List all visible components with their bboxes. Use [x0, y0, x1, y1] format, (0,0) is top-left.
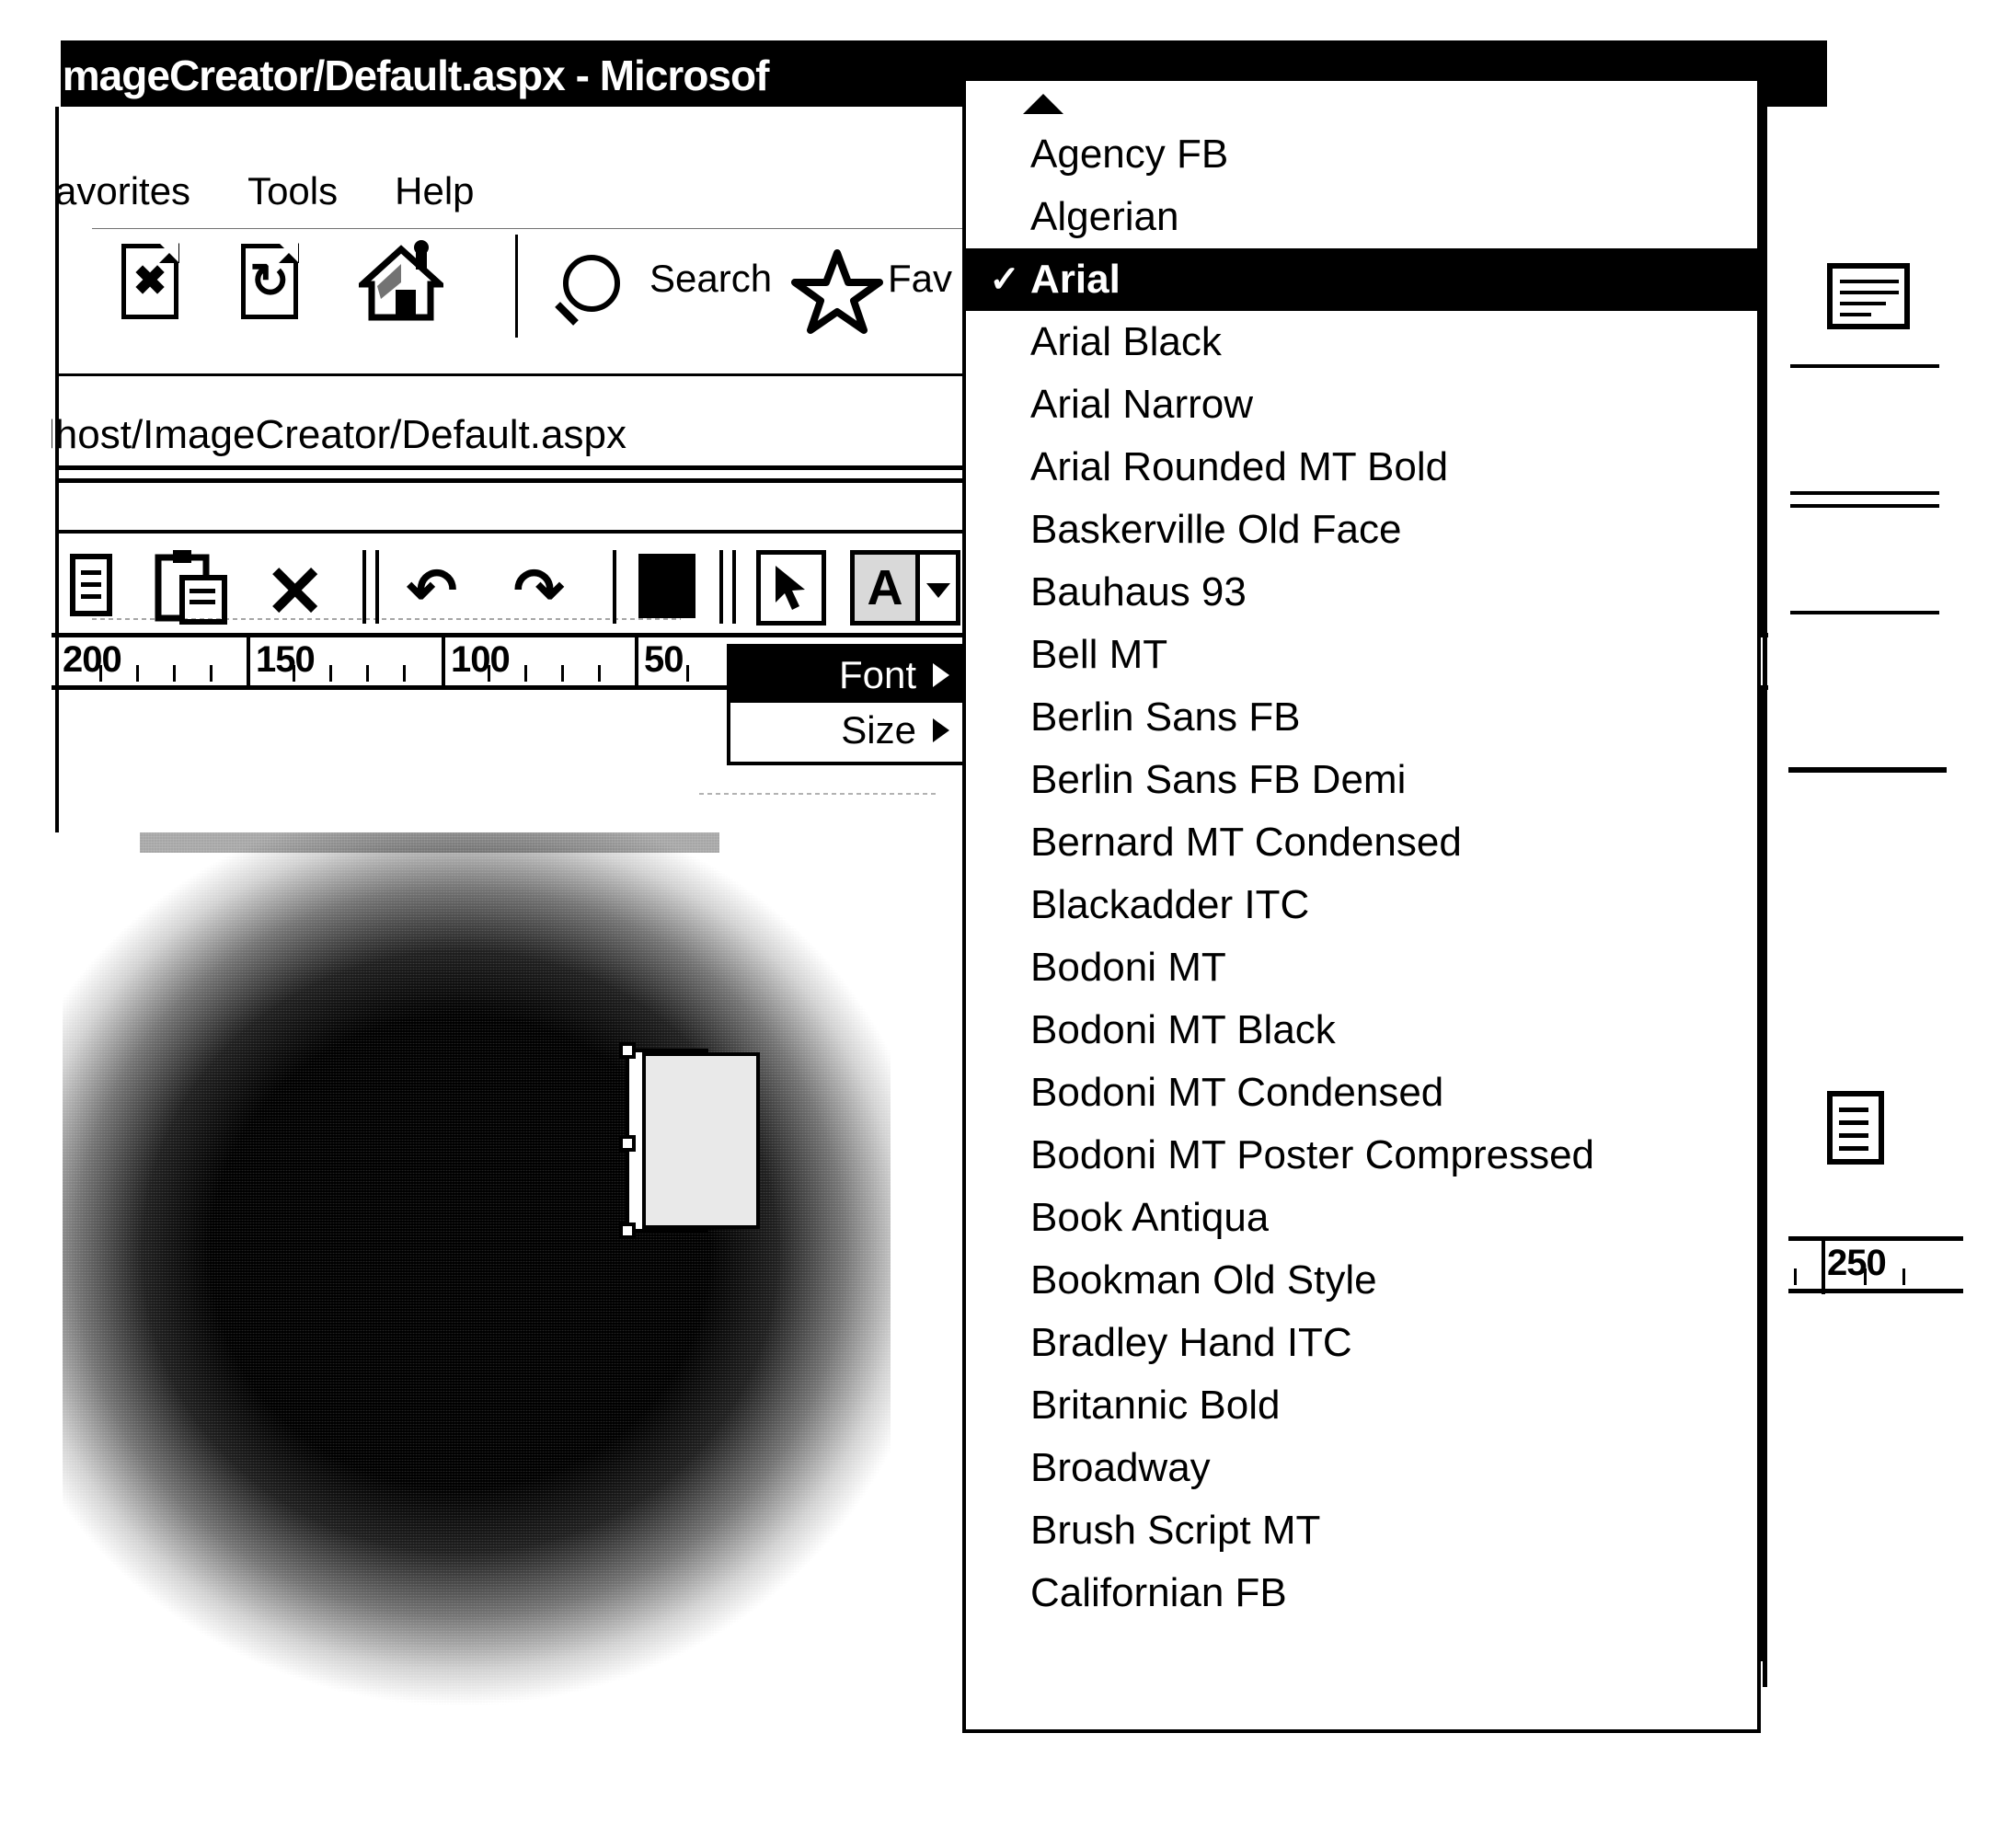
font-item-bernard-mt-condensed[interactable]: Bernard MT Condensed — [966, 811, 1757, 874]
scan-artifact-2 — [699, 793, 938, 795]
text-selection-box[interactable] — [619, 1042, 760, 1239]
stop-button[interactable]: ✖ — [121, 243, 179, 319]
canvas-image — [63, 832, 891, 1706]
text-tool-dropdown[interactable] — [920, 550, 960, 626]
font-item-bodoni-mt[interactable]: Bodoni MT — [966, 936, 1757, 999]
pointer-arrow-icon — [776, 566, 805, 610]
font-item-arial-black[interactable]: Arial Black — [966, 311, 1757, 373]
checkmark-icon: ✓ — [989, 259, 1020, 300]
stop-icon: ✖ — [121, 243, 179, 319]
favorites-button[interactable] — [791, 247, 883, 340]
search-icon — [563, 255, 620, 312]
text-tool-button[interactable]: A — [850, 550, 920, 626]
menu-help[interactable]: Help — [395, 169, 474, 213]
right-rail-divider — [1763, 107, 1767, 1687]
context-menu-item-font-label: Font — [838, 653, 916, 696]
right-rail-line-1 — [1790, 364, 1939, 368]
font-item-britannic-bold[interactable]: Britannic Bold — [966, 1374, 1757, 1437]
right-rail: 250 — [1763, 107, 2000, 1762]
font-item-algerian[interactable]: Algerian — [966, 186, 1757, 248]
color-swatch-button[interactable] — [638, 554, 695, 618]
canvas-image-noise — [63, 832, 891, 1706]
font-item-bodoni-mt-condensed[interactable]: Bodoni MT Condensed — [966, 1062, 1757, 1124]
font-item-berlin-sans-fb[interactable]: Berlin Sans FB — [966, 686, 1757, 749]
context-menu-item-font[interactable]: Font — [730, 648, 964, 703]
text-selection-inner — [642, 1052, 760, 1229]
home-button[interactable] — [353, 240, 449, 329]
right-rail-line-5 — [1788, 767, 1947, 773]
submenu-arrow-icon — [933, 718, 949, 742]
font-item-book-antiqua[interactable]: Book Antiqua — [966, 1187, 1757, 1249]
search-label: Search — [649, 257, 773, 300]
menu-tools[interactable]: Tools — [247, 169, 338, 213]
image-canvas[interactable] — [55, 832, 911, 1729]
notes-icon[interactable] — [1827, 263, 1910, 329]
ruler-label-50: 50 — [644, 639, 684, 680]
font-item-arial-rounded-mt-bold[interactable]: Arial Rounded MT Bold — [966, 436, 1757, 499]
menu-favorites[interactable]: avorites — [55, 169, 190, 213]
copy-button[interactable] — [68, 552, 120, 626]
right-rail-line-4 — [1790, 611, 1939, 614]
context-menu-item-size-label: Size — [841, 708, 916, 752]
home-icon — [353, 240, 449, 321]
font-item-californian-fb[interactable]: Californian FB — [966, 1562, 1757, 1624]
resize-handle-middle-left[interactable] — [619, 1135, 636, 1152]
select-tool-button[interactable] — [756, 550, 826, 626]
font-dropdown-menu[interactable]: Agency FB Algerian ✓ Arial Arial Black A… — [962, 77, 1761, 1733]
right-rail-line-3 — [1790, 504, 1939, 508]
page-title: ImageCreator/Default.aspx - Microsof — [61, 52, 769, 99]
font-item-berlin-sans-fb-demi[interactable]: Berlin Sans FB Demi — [966, 749, 1757, 811]
favorites-label: Fav — [888, 257, 953, 300]
font-item-bauhaus-93[interactable]: Bauhaus 93 — [966, 561, 1757, 624]
copy-icon — [70, 554, 112, 616]
font-item-bodoni-mt-black[interactable]: Bodoni MT Black — [966, 999, 1757, 1062]
context-menu[interactable]: Font Size — [727, 644, 968, 765]
scroll-up-arrow-icon[interactable] — [966, 81, 1757, 123]
font-item-bookman-old-style[interactable]: Bookman Old Style — [966, 1249, 1757, 1312]
refresh-button[interactable]: ↻ — [241, 243, 299, 319]
ruler-label-200: 200 — [63, 639, 122, 680]
resize-handle-top-left[interactable] — [619, 1042, 636, 1059]
document-list-icon[interactable] — [1827, 1091, 1884, 1165]
right-ruler-label-250: 250 — [1827, 1243, 1887, 1283]
context-menu-item-size[interactable]: Size — [730, 703, 964, 758]
delete-button[interactable]: ✕ — [265, 556, 325, 627]
font-item-bodoni-mt-poster-compressed[interactable]: Bodoni MT Poster Compressed — [966, 1124, 1757, 1187]
undo-arrow-icon: ↶ — [407, 556, 458, 624]
right-rail-line-2 — [1790, 491, 1939, 495]
address-input[interactable]: lhost/ImageCreator/Default.aspx — [52, 412, 626, 458]
redo-arrow-icon: ↷ — [513, 556, 565, 624]
search-button[interactable] — [555, 255, 620, 326]
ruler-label-100: 100 — [451, 639, 511, 680]
font-item-blackadder-itc[interactable]: Blackadder ITC — [966, 874, 1757, 936]
scan-artifact-1 — [92, 618, 681, 620]
font-item-baskerville-old-face[interactable]: Baskerville Old Face — [966, 499, 1757, 561]
refresh-icon: ↻ — [241, 243, 299, 319]
resize-handle-bottom-left[interactable] — [619, 1222, 636, 1239]
redo-button[interactable]: ↷ — [513, 559, 564, 620]
submenu-arrow-icon — [933, 663, 949, 687]
text-a-icon-frame: A — [850, 550, 920, 626]
font-item-broadway[interactable]: Broadway — [966, 1437, 1757, 1499]
font-item-bradley-hand-itc[interactable]: Bradley Hand ITC — [966, 1312, 1757, 1374]
text-a-icon: A — [867, 560, 903, 615]
undo-button[interactable]: ↶ — [407, 559, 457, 620]
right-ruler[interactable]: 250 — [1788, 1236, 1963, 1294]
menu-bar: avorites Tools Help — [55, 166, 975, 217]
ruler-label-150: 150 — [256, 639, 316, 680]
pointer-arrow-icon-frame — [756, 550, 826, 626]
font-item-bell-mt[interactable]: Bell MT — [966, 624, 1757, 686]
font-item-arial[interactable]: ✓ Arial — [966, 248, 1757, 311]
font-item-agency-fb[interactable]: Agency FB — [966, 123, 1757, 186]
clipboard-paste-icon — [155, 550, 227, 625]
toolbar-separator — [515, 235, 518, 338]
font-item-brush-script-mt[interactable]: Brush Script MT — [966, 1499, 1757, 1562]
favorites-star-icon — [791, 249, 883, 334]
font-item-arial-narrow[interactable]: Arial Narrow — [966, 373, 1757, 436]
color-swatch-icon — [638, 554, 695, 618]
